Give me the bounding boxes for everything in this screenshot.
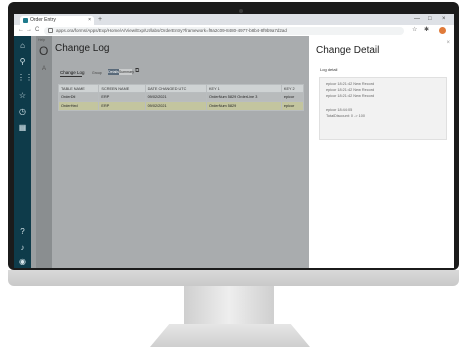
grid-icon[interactable]: ⋮⋮ xyxy=(17,72,33,83)
close-icon[interactable]: × xyxy=(446,40,450,46)
history-icon[interactable]: ◷ xyxy=(17,106,28,117)
monitor-stand xyxy=(184,286,274,324)
table-cell: epicor xyxy=(280,101,305,111)
reload-button[interactable]: C xyxy=(35,26,39,35)
close-window-button[interactable]: × xyxy=(442,15,446,24)
extensions-icon[interactable]: ✱ xyxy=(424,26,429,35)
table-cell: OrderHed xyxy=(57,101,100,111)
table-cell: epicor xyxy=(280,92,305,102)
app-sidebar: ⌂ ⚲ ⋮⋮ ☆ ◷ ▦ ? ♪ ◉ xyxy=(14,36,33,268)
table-cell: OrderNum 5829 xyxy=(206,101,282,111)
monitor-base xyxy=(150,324,310,347)
column-header[interactable]: Key 1 xyxy=(206,84,282,93)
browser-tab[interactable]: Order Entry × xyxy=(20,16,94,25)
table-cell: ERP xyxy=(98,92,146,102)
home-icon[interactable]: ⌂ xyxy=(17,40,28,51)
page-overlay: Help O A Change Log Change Log Group Det… xyxy=(31,36,309,268)
export-icon[interactable]: ⧉ xyxy=(135,68,139,75)
table-cell: OrderNum 5829 OrderLine 3 xyxy=(206,92,282,102)
table-cell: OrderDtl xyxy=(57,92,100,102)
app-favicon-icon xyxy=(23,18,28,23)
app-area: ⌂ ⚲ ⋮⋮ ☆ ◷ ▦ ? ♪ ◉ Help O A Change Log C… xyxy=(14,36,454,268)
lock-icon xyxy=(48,27,53,33)
background-text: A xyxy=(42,66,47,72)
search-icon[interactable]: ⚲ xyxy=(17,56,28,67)
background-title: O xyxy=(39,44,49,58)
change-log-panel: Change Log Change Log Group Details Summ… xyxy=(52,36,309,268)
summary-toggle[interactable]: Summary xyxy=(119,69,134,75)
log-line: epicor 18:21:42 New Record xyxy=(326,88,375,92)
star-icon[interactable]: ☆ xyxy=(17,90,28,101)
table-cell: ERP xyxy=(98,101,146,111)
change-detail-panel: Change Detail × Log detail epicor 18:21:… xyxy=(309,36,454,268)
help-icon[interactable]: ? xyxy=(17,226,28,237)
grid-header-row: Table Name Screen Name Date Changed UTC … xyxy=(57,84,305,93)
table-cell: 09/02/2021 xyxy=(144,92,208,102)
user-icon[interactable]: ◉ xyxy=(17,256,28,267)
notification-icon[interactable]: ♪ xyxy=(17,242,28,253)
change-log-tab[interactable]: Change Log xyxy=(60,70,85,75)
active-tab-indicator xyxy=(60,76,82,77)
forward-button[interactable]: → xyxy=(26,26,32,35)
log-detail-textarea[interactable]: epicor 18:21:42 New Record epicor 18:21:… xyxy=(319,77,447,140)
monitor-chin xyxy=(8,270,459,286)
apps-icon[interactable]: ▦ xyxy=(17,122,28,133)
table-row[interactable]: OrderDtl ERP 09/02/2021 OrderNum 5829 Or… xyxy=(57,92,305,102)
log-line: epicor 18:21:42 New Record xyxy=(326,94,375,98)
column-header[interactable]: Table Name xyxy=(57,84,100,93)
browser-tab-bar: Order Entry × + — □ × xyxy=(14,14,454,25)
column-header[interactable]: Key 2 xyxy=(280,84,305,93)
background-page: Help O A xyxy=(36,36,52,268)
log-line: TotalDiscount: 0 -> 100 xyxy=(326,114,365,118)
change-detail-title: Change Detail xyxy=(316,45,380,56)
minimize-button[interactable]: — xyxy=(414,15,420,24)
maximize-button[interactable]: □ xyxy=(428,15,432,24)
url-input[interactable]: apps.ora/forms/Apps/Exp/Home/A/View/Exp/… xyxy=(44,26,404,35)
webcam xyxy=(239,9,243,13)
back-button[interactable]: ← xyxy=(18,26,24,35)
url-text: apps.ora/forms/Apps/Exp/Home/A/View/Exp/… xyxy=(56,27,287,33)
screen: Order Entry × + — □ × ← → C apps.ora/for… xyxy=(14,14,454,268)
log-detail-label: Log detail xyxy=(320,67,338,72)
column-header[interactable]: Screen Name xyxy=(98,84,146,93)
change-log-grid: Table Name Screen Name Date Changed UTC … xyxy=(57,84,305,111)
group-toggle-label: Group xyxy=(92,71,102,75)
profile-avatar[interactable] xyxy=(439,26,446,34)
table-row-selected[interactable]: OrderHed ERP 09/02/2021 OrderNum 5829 ep… xyxy=(57,101,305,111)
tab-title: Order Entry xyxy=(30,17,56,23)
table-cell: 09/02/2021 xyxy=(144,101,208,111)
log-line: epicor 18:44:05 xyxy=(326,108,353,112)
column-header[interactable]: Date Changed UTC xyxy=(144,84,208,93)
background-help-label: Help xyxy=(38,38,46,42)
change-log-title: Change Log xyxy=(55,43,110,54)
details-toggle[interactable]: Details xyxy=(108,69,119,75)
log-line: epicor 18:21:42 New Record xyxy=(326,82,375,86)
tab-close-icon[interactable]: × xyxy=(88,16,91,25)
bookmark-star-icon[interactable]: ☆ xyxy=(412,26,417,35)
new-tab-button[interactable]: + xyxy=(98,15,102,24)
